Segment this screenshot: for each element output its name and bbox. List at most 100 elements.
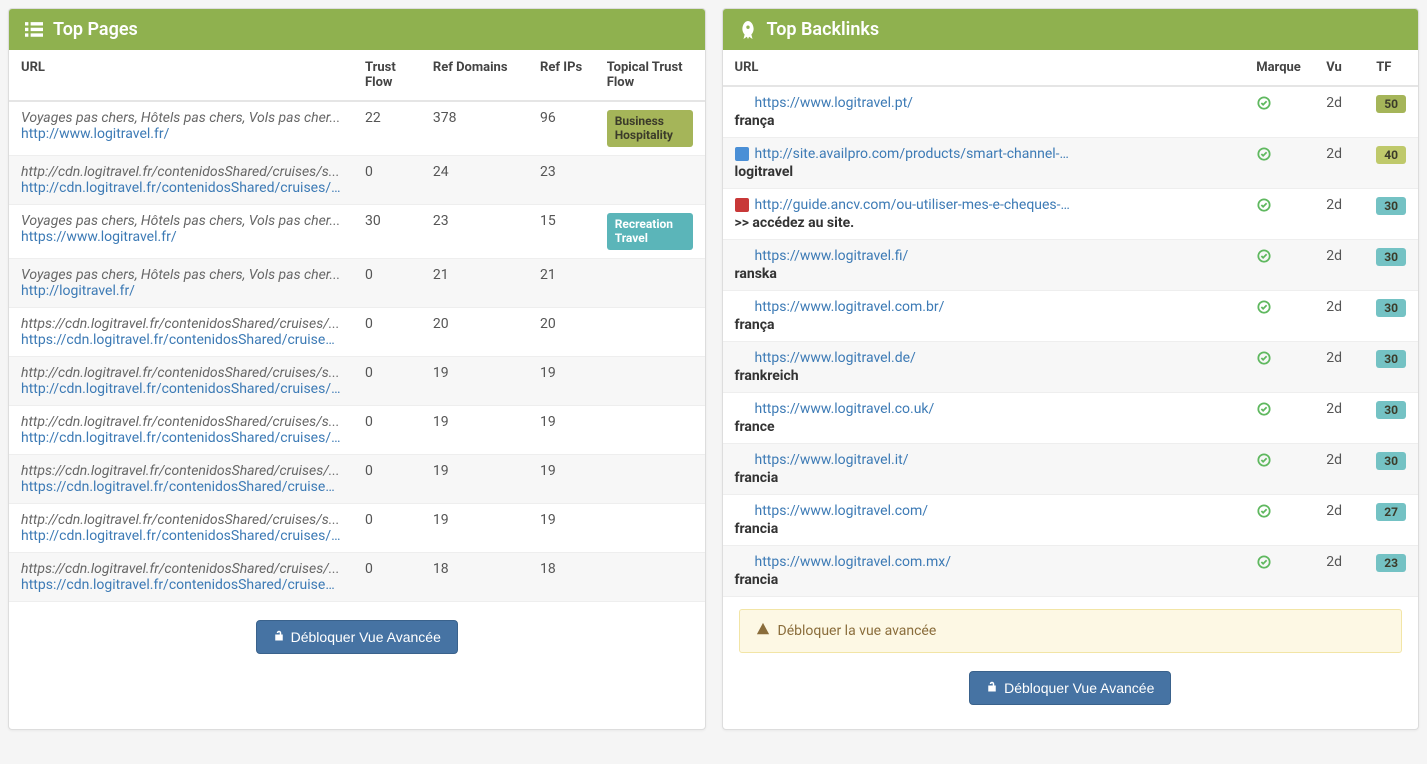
favicon-icon <box>735 147 749 161</box>
trust-flow-value: 0 <box>353 258 421 307</box>
ref-domains-value: 20 <box>421 307 528 356</box>
backlink-anchor-text: ranska <box>735 266 1233 282</box>
tf-badge: 27 <box>1376 503 1406 521</box>
trust-flow-value: 22 <box>353 101 421 155</box>
favicon-icon <box>735 249 749 263</box>
favicon-icon <box>735 96 749 110</box>
check-icon <box>1256 503 1272 519</box>
marque-cell <box>1244 86 1314 138</box>
ref-domains-value: 19 <box>421 405 528 454</box>
backlink-anchor-text: logitravel <box>735 164 1233 180</box>
check-icon <box>1256 452 1272 468</box>
page-url-link[interactable]: https://www.logitravel.fr/ <box>21 229 341 245</box>
vu-value: 2d <box>1314 444 1364 495</box>
tf-badge: 30 <box>1376 452 1406 470</box>
tf-badge: 30 <box>1376 299 1406 317</box>
ref-ips-value: 96 <box>528 101 595 155</box>
check-icon <box>1256 197 1272 213</box>
unlock-pages-button[interactable]: Débloquer Vue Avancée <box>256 620 458 654</box>
top-backlinks-title: Top Backlinks <box>767 19 880 40</box>
backlink-url-link[interactable]: https://www.logitravel.pt/ <box>755 95 913 111</box>
backlink-url-link[interactable]: https://www.logitravel.fi/ <box>755 248 909 264</box>
vu-value: 2d <box>1314 393 1364 444</box>
marque-cell <box>1244 138 1314 189</box>
backlink-url-link[interactable]: https://www.logitravel.com/ <box>755 503 929 519</box>
backlink-anchor-text: france <box>735 419 1233 435</box>
page-url-link[interactable]: https://cdn.logitravel.fr/contenidosShar… <box>21 577 341 593</box>
backlink-url-link[interactable]: https://www.logitravel.com.br/ <box>755 299 945 315</box>
table-row: http://cdn.logitravel.fr/contenidosShare… <box>9 405 705 454</box>
marque-cell <box>1244 240 1314 291</box>
backlink-url-link[interactable]: http://site.availpro.com/products/smart-… <box>755 146 1075 162</box>
col-url[interactable]: URL <box>9 50 353 101</box>
check-icon <box>1256 95 1272 111</box>
favicon-icon <box>735 504 749 518</box>
backlink-url-link[interactable]: https://www.logitravel.it/ <box>755 452 909 468</box>
table-row: http://site.availpro.com/products/smart-… <box>723 138 1419 189</box>
table-row: http://guide.ancv.com/ou-utiliser-mes-e-… <box>723 189 1419 240</box>
tf-badge: 30 <box>1376 197 1406 215</box>
table-row: https://www.logitravel.pt/frança2d50 <box>723 86 1419 138</box>
tf-badge: 30 <box>1376 248 1406 266</box>
list-icon <box>25 21 43 39</box>
page-url-link[interactable]: http://cdn.logitravel.fr/contenidosShare… <box>21 381 341 397</box>
backlink-anchor-text: frança <box>735 113 1233 129</box>
page-title-text: Voyages pas chers, Hôtels pas chers, Vol… <box>21 110 341 126</box>
page-url-link[interactable]: https://cdn.logitravel.fr/contenidosShar… <box>21 479 341 495</box>
ref-domains-value: 18 <box>421 552 528 601</box>
table-row: https://cdn.logitravel.fr/contenidosShar… <box>9 307 705 356</box>
col-marque[interactable]: Marque <box>1244 50 1314 86</box>
col-vu[interactable]: Vu <box>1314 50 1364 86</box>
col-tf[interactable]: TF <box>1364 50 1418 86</box>
col-url[interactable]: URL <box>723 50 1245 86</box>
table-row: Voyages pas chers, Hôtels pas chers, Vol… <box>9 204 705 258</box>
ref-ips-value: 19 <box>528 356 595 405</box>
unlock-backlinks-button[interactable]: Débloquer Vue Avancée <box>969 671 1171 705</box>
ref-domains-value: 19 <box>421 503 528 552</box>
backlink-anchor-text: francia <box>735 521 1233 537</box>
unlock-warning[interactable]: Débloquer la vue avancée <box>739 609 1403 653</box>
page-url-link[interactable]: https://cdn.logitravel.fr/contenidosShar… <box>21 332 341 348</box>
backlink-url-link[interactable]: https://www.logitravel.de/ <box>755 350 916 366</box>
table-row: https://www.logitravel.de/frankreich2d30 <box>723 342 1419 393</box>
favicon-icon <box>735 198 749 212</box>
page-url-link[interactable]: http://logitravel.fr/ <box>21 283 341 299</box>
col-ref-domains[interactable]: Ref Domains <box>421 50 528 101</box>
col-trust-flow[interactable]: Trust Flow <box>353 50 421 101</box>
trust-flow-value: 0 <box>353 503 421 552</box>
page-url-link[interactable]: http://www.logitravel.fr/ <box>21 126 341 142</box>
page-title-text: https://cdn.logitravel.fr/contenidosShar… <box>21 463 341 479</box>
table-row: Voyages pas chers, Hôtels pas chers, Vol… <box>9 101 705 155</box>
backlink-anchor-text: francia <box>735 572 1233 588</box>
top-backlinks-header: Top Backlinks <box>723 9 1419 50</box>
table-row: https://www.logitravel.com.br/frança2d30 <box>723 291 1419 342</box>
col-topical-trust-flow[interactable]: Topical Trust Flow <box>595 50 705 101</box>
vu-value: 2d <box>1314 138 1364 189</box>
page-url-link[interactable]: http://cdn.logitravel.fr/contenidosShare… <box>21 430 341 446</box>
trust-flow-value: 0 <box>353 405 421 454</box>
trust-flow-value: 0 <box>353 307 421 356</box>
trust-flow-value: 0 <box>353 356 421 405</box>
tf-badge: 50 <box>1376 95 1406 113</box>
table-row: http://cdn.logitravel.fr/contenidosShare… <box>9 503 705 552</box>
top-pages-panel: Top Pages URL Trust Flow Ref Domains Ref… <box>8 8 706 730</box>
ref-domains-value: 23 <box>421 204 528 258</box>
favicon-icon <box>735 351 749 365</box>
warning-icon <box>756 622 770 640</box>
backlink-url-link[interactable]: http://guide.ancv.com/ou-utiliser-mes-e-… <box>755 197 1075 213</box>
backlink-anchor-text: >> accédez au site. <box>735 215 1233 231</box>
col-ref-ips[interactable]: Ref IPs <box>528 50 595 101</box>
ref-domains-value: 21 <box>421 258 528 307</box>
page-url-link[interactable]: http://cdn.logitravel.fr/contenidosShare… <box>21 528 341 544</box>
tf-badge: 30 <box>1376 401 1406 419</box>
tf-badge: 40 <box>1376 146 1406 164</box>
table-row: http://cdn.logitravel.fr/contenidosShare… <box>9 155 705 204</box>
marque-cell <box>1244 546 1314 597</box>
ref-ips-value: 18 <box>528 552 595 601</box>
backlink-url-link[interactable]: https://www.logitravel.com.mx/ <box>755 554 952 570</box>
check-icon <box>1256 401 1272 417</box>
top-pages-title: Top Pages <box>53 19 138 40</box>
page-url-link[interactable]: http://cdn.logitravel.fr/contenidosShare… <box>21 180 341 196</box>
table-row: https://www.logitravel.com/francia2d27 <box>723 495 1419 546</box>
backlink-url-link[interactable]: https://www.logitravel.co.uk/ <box>755 401 935 417</box>
